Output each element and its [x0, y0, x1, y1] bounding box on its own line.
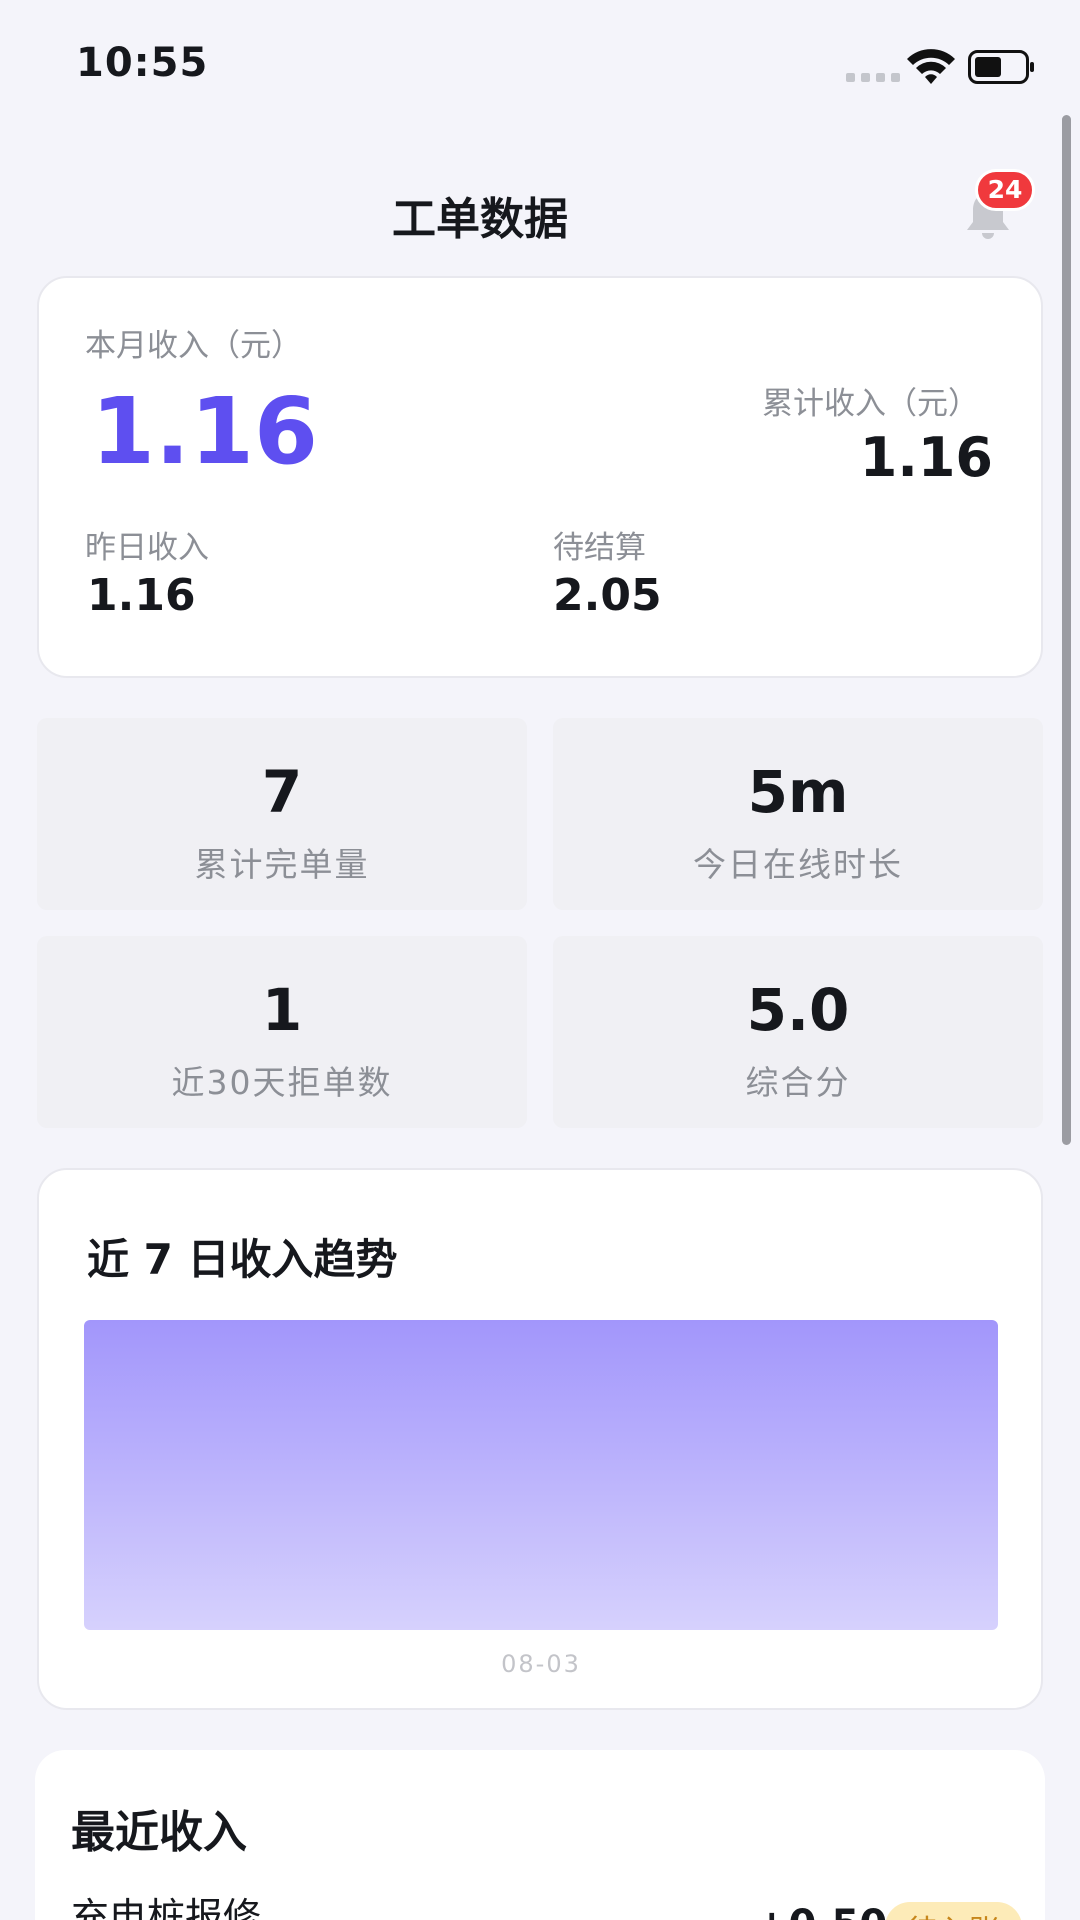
trend-title: 近 7 日收入趋势 — [87, 1235, 398, 1284]
yesterday-income-value: 1.16 — [87, 570, 196, 621]
total-income-value: 1.16 — [859, 426, 993, 489]
recent-income-title: 最近收入 — [71, 1807, 247, 1858]
stat-label: 累计完单量 — [194, 845, 370, 884]
month-income-label: 本月收入（元） — [85, 328, 302, 364]
income-card: 本月收入（元） 1.16 累计收入（元） 1.16 昨日收入 1.16 待结算 … — [37, 276, 1043, 678]
pending-settlement-value: 2.05 — [553, 570, 662, 621]
notification-badge: 24 — [975, 169, 1035, 211]
stat-label: 综合分 — [745, 1063, 851, 1102]
battery-icon — [968, 50, 1034, 84]
total-income-label: 累计收入（元） — [762, 386, 979, 422]
chart-x-tick-label: 08-03 — [501, 1650, 581, 1678]
recent-income-card: 最近收入 充电桩报修 +0.50 待入账 — [35, 1750, 1045, 1920]
wifi-icon — [907, 49, 955, 84]
recent-item-amount: +0.50 — [755, 1902, 887, 1920]
income-trend-chart: 08-03 — [84, 1320, 998, 1678]
stat-value: 1 — [261, 976, 303, 1044]
pending-settlement-label: 待结算 — [553, 530, 646, 566]
stat-label: 今日在线时长 — [693, 845, 903, 884]
stat-label: 近30天拒单数 — [171, 1063, 393, 1102]
stat-rejected-orders: 1 近30天拒单数 — [37, 936, 527, 1128]
stat-overall-score: 5.0 综合分 — [553, 936, 1043, 1128]
status-bar: 10:55 — [0, 0, 1080, 110]
recent-item-status-badge: 待入账 — [885, 1902, 1022, 1920]
stat-value: 7 — [261, 758, 303, 826]
recent-item-name: 充电桩报修 — [71, 1895, 262, 1920]
stat-completed-orders: 7 累计完单量 — [37, 718, 527, 910]
stat-value: 5m — [747, 758, 849, 826]
stat-online-duration: 5m 今日在线时长 — [553, 718, 1043, 910]
status-time: 10:55 — [76, 40, 209, 86]
month-income-value: 1.16 — [91, 378, 318, 485]
scrollbar-thumb[interactable] — [1062, 115, 1071, 1145]
stat-value: 5.0 — [746, 976, 850, 1044]
yesterday-income-label: 昨日收入 — [85, 530, 209, 566]
income-trend-card: 近 7 日收入趋势 08-03 — [37, 1168, 1043, 1710]
page-title: 工单数据 — [392, 194, 568, 245]
signal-icon — [846, 73, 900, 82]
chart-bar — [84, 1320, 998, 1630]
